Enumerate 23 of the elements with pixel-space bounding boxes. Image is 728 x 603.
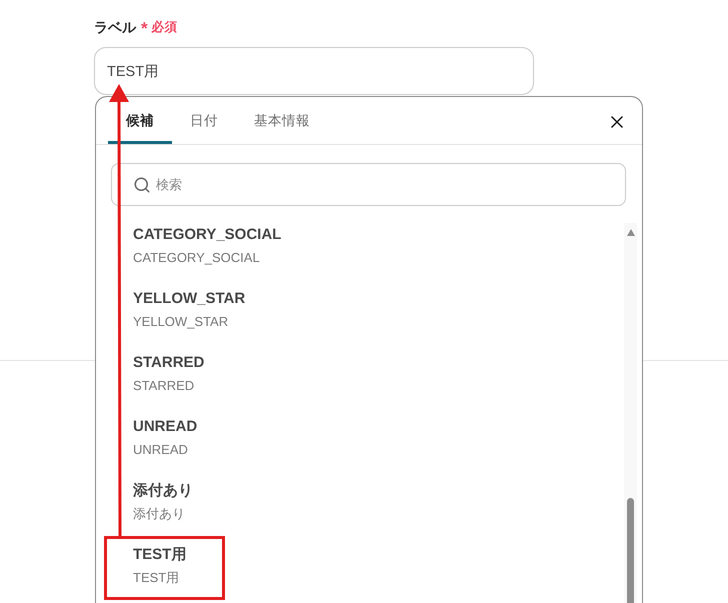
option-value: UNREAD — [133, 441, 188, 459]
scrollbar-track[interactable] — [624, 223, 637, 603]
label-input-field[interactable]: TEST用 — [94, 47, 534, 95]
option-title[interactable]: 添付あり — [133, 481, 193, 501]
option-title[interactable]: TEST用 — [133, 545, 186, 565]
option-title[interactable]: UNREAD — [133, 417, 198, 437]
option-value: STARRED — [133, 377, 194, 395]
option-title[interactable]: CATEGORY_SOCIAL — [133, 225, 282, 245]
option-value: CATEGORY_SOCIAL — [133, 249, 260, 267]
search-icon — [133, 176, 151, 194]
option-title[interactable]: YELLOW_STAR — [133, 289, 246, 309]
option-value: 添付あり — [133, 505, 185, 523]
tab[interactable]: 日付 — [172, 97, 236, 144]
tab[interactable]: 基本情報 — [236, 97, 328, 144]
option-value: YELLOW_STAR — [133, 313, 228, 331]
field-label: ラベル — [94, 18, 136, 37]
scroll-up-icon[interactable] — [626, 229, 634, 236]
required-text: 必須 — [152, 19, 178, 36]
option-value: TEST用 — [133, 569, 180, 587]
search-field[interactable]: 検索 — [111, 163, 626, 206]
required-asterisk: * — [141, 18, 148, 39]
scrollbar-thumb[interactable] — [627, 498, 634, 603]
option-title[interactable]: STARRED — [133, 353, 204, 373]
